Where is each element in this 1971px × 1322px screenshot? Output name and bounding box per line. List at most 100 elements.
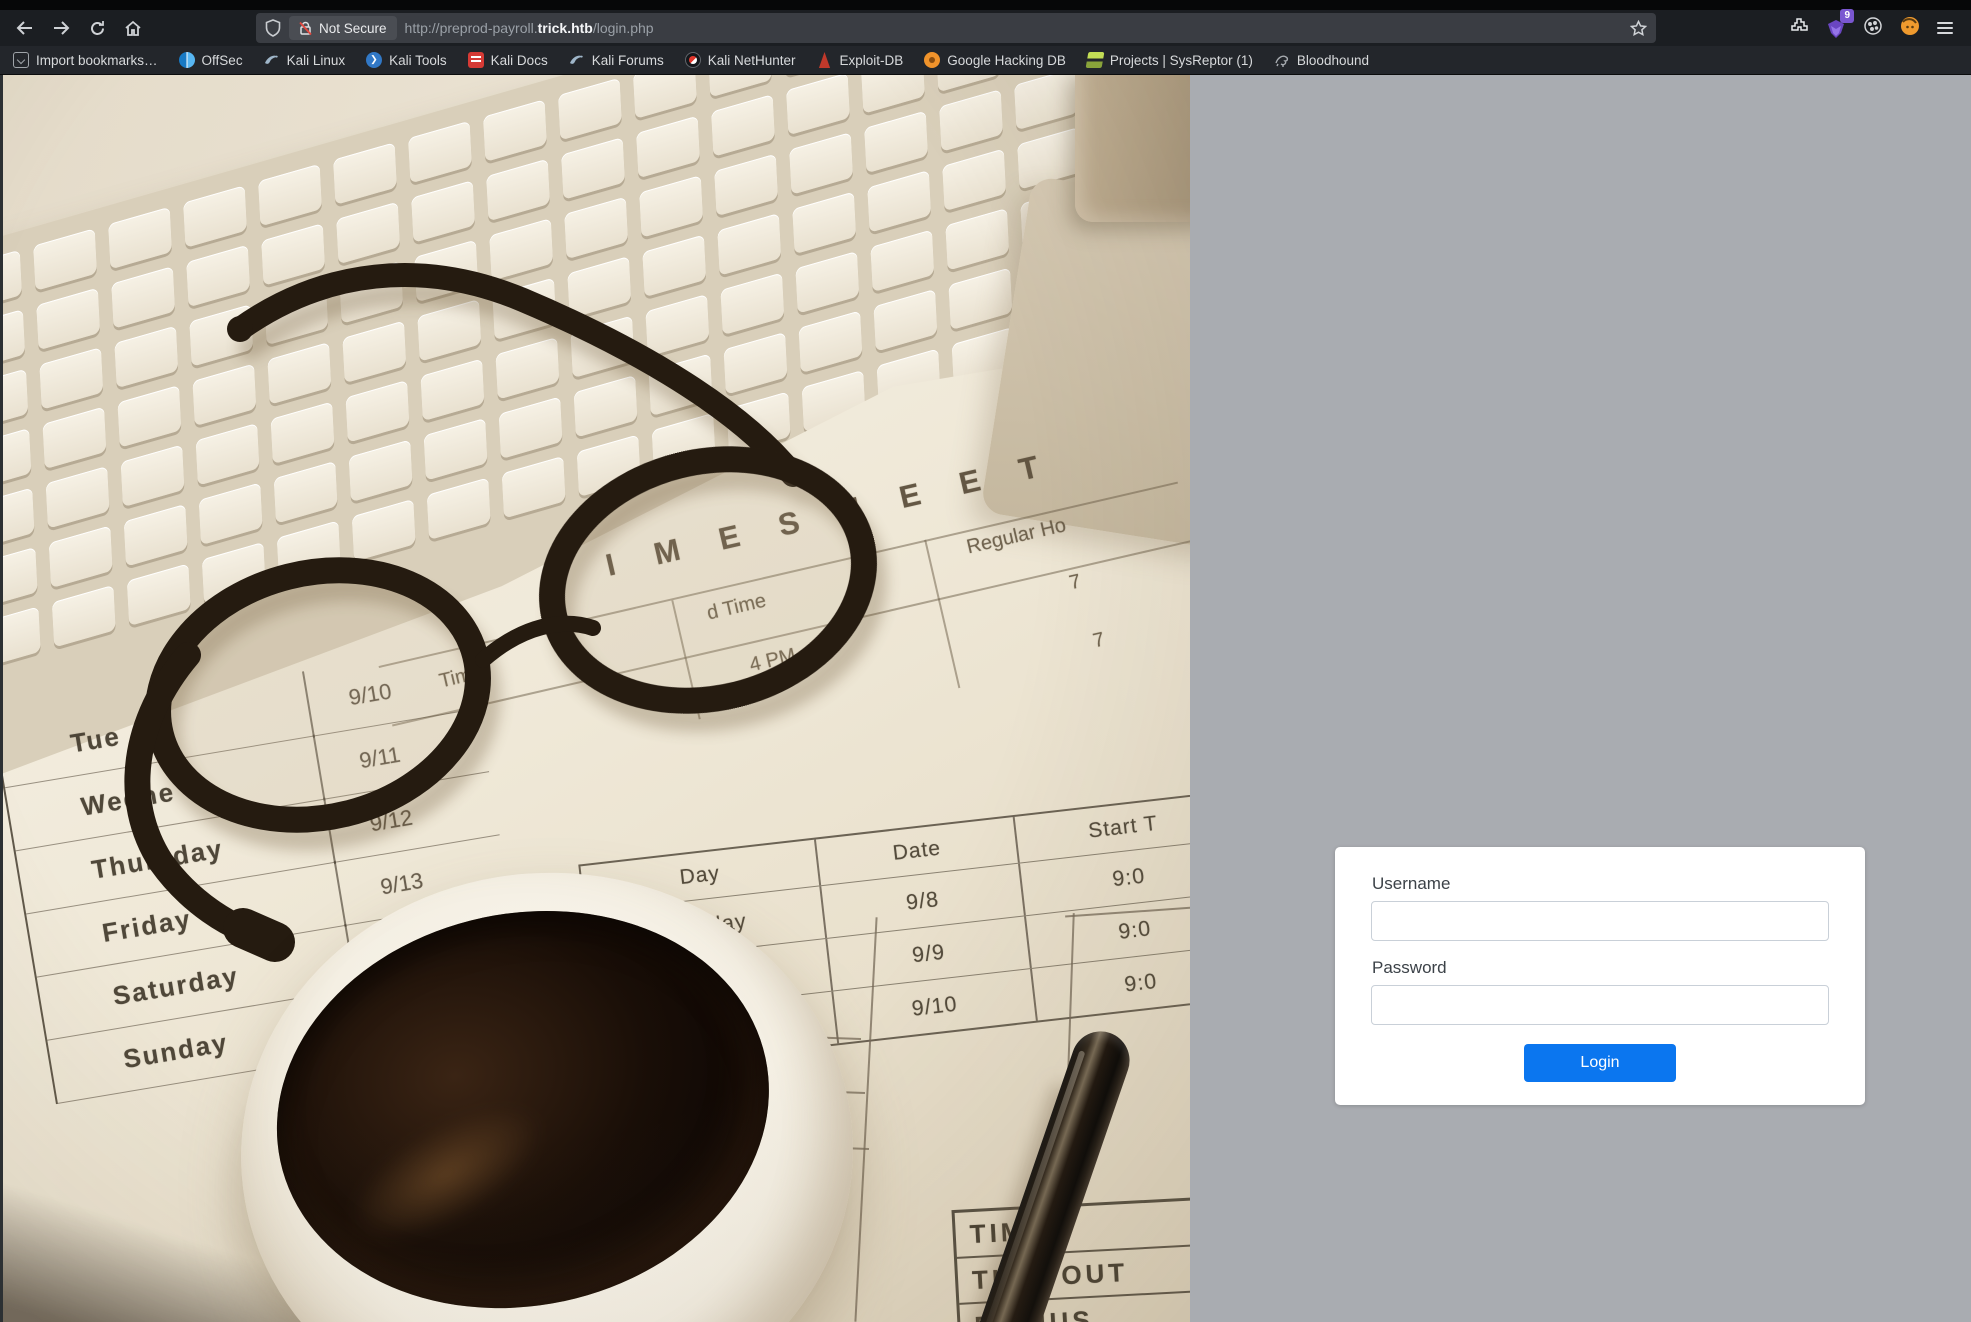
forward-arrow-icon: [52, 20, 70, 36]
keyboard-key: [0, 250, 22, 313]
keyboard-key: [0, 369, 28, 432]
toolbar-right-icons: 9: [1790, 16, 1961, 41]
keyboard-key: [183, 185, 247, 248]
keyboard-key: [486, 159, 550, 222]
keyboard-key: [483, 99, 547, 162]
cookie-icon[interactable]: [1863, 16, 1883, 41]
keyboard-key: [936, 75, 1000, 92]
bookmark-item[interactable]: Kali Docs: [468, 52, 548, 68]
bookmark-label: Kali Forums: [592, 53, 664, 68]
bookmark-item[interactable]: Kali Tools: [366, 52, 447, 68]
keyboard-key: [708, 75, 772, 97]
bloodhound-icon: [1274, 52, 1290, 68]
login-card: Username Password Login: [1335, 847, 1865, 1105]
bookmark-item[interactable]: Kali Linux: [264, 52, 346, 68]
bookmark-label: Projects | SysReptor (1): [1110, 53, 1253, 68]
bookmark-label: Exploit-DB: [840, 53, 904, 68]
url-path: /login.php: [593, 20, 654, 36]
keyboard-key: [636, 116, 700, 179]
sysreptor-icon: [1085, 52, 1104, 68]
bookmark-item[interactable]: OffSec: [179, 52, 243, 68]
reload-button[interactable]: [82, 14, 112, 42]
url-bar[interactable]: Not Secure http://preprod-payroll.trick.…: [256, 13, 1656, 43]
timesheet-col-regular: Regular Ho: [965, 514, 1069, 559]
keyboard-key: [411, 180, 475, 243]
home-button[interactable]: [118, 14, 148, 42]
password-label: Password: [1372, 958, 1829, 978]
keyboard-key: [36, 288, 100, 351]
back-button[interactable]: [10, 14, 40, 42]
extensions-puzzle-icon[interactable]: [1790, 16, 1809, 40]
kali-forums-icon: [569, 52, 585, 68]
bookmark-item[interactable]: Exploit-DB: [817, 52, 904, 68]
keyboard-key: [1014, 75, 1078, 130]
keyboard-key: [867, 170, 931, 233]
bookmark-item[interactable]: Kali Forums: [569, 52, 664, 68]
kali-tools-icon: [366, 52, 382, 68]
reload-icon: [89, 20, 106, 37]
bookmark-item[interactable]: Kali NetHunter: [685, 52, 796, 68]
menu-hamburger-icon[interactable]: [1937, 22, 1953, 34]
bookmark-item[interactable]: Google Hacking DB: [924, 52, 1066, 68]
username-input[interactable]: [1371, 901, 1829, 941]
photo-side-box: [1075, 75, 1190, 222]
bookmarks-bar: Import bookmarks… OffSec Kali Linux Kali To…: [0, 46, 1971, 75]
security-chip[interactable]: Not Secure: [289, 16, 397, 40]
bookmark-label: OffSec: [202, 53, 243, 68]
username-label: Username: [1372, 874, 1829, 894]
keyboard-key: [639, 175, 703, 238]
home-icon: [124, 20, 142, 37]
keyboard-key: [333, 142, 397, 205]
navigation-toolbar: Not Secure http://preprod-payroll.trick.…: [0, 10, 1971, 46]
timesheet-val-regular-2: 7: [1091, 628, 1107, 653]
keyboard-key: [786, 75, 850, 135]
url-prefix: http://preprod-payroll.: [405, 20, 538, 36]
keyboard-key: [258, 164, 322, 227]
keyboard-key: [0, 547, 38, 610]
offsec-icon: [179, 52, 195, 68]
coffee-cup-graphic: [222, 852, 872, 1322]
keyboard-key: [861, 75, 925, 114]
security-chip-label: Not Secure: [319, 21, 387, 36]
keyboard-key: [561, 137, 625, 200]
window-top-strip: [0, 0, 1971, 10]
bookmark-label: Kali NetHunter: [708, 53, 796, 68]
kali-icon: [264, 52, 280, 68]
login-button[interactable]: Login: [1524, 1044, 1676, 1082]
bookmark-label: Google Hacking DB: [947, 53, 1066, 68]
keyboard-key: [789, 132, 853, 195]
lock-slash-icon: [299, 21, 312, 36]
browser-window: Not Secure http://preprod-payroll.trick.…: [0, 0, 1971, 1322]
keyboard-key: [948, 267, 1012, 330]
tracking-shield-icon[interactable]: [265, 19, 281, 37]
login-background-photo: T I M E S H E E T Time d Time 4 PM Regul…: [0, 75, 1190, 1322]
bookmark-item[interactable]: Projects | SysReptor (1): [1087, 52, 1253, 68]
keyboard-key: [558, 78, 622, 141]
keyboard-key: [633, 75, 697, 119]
bookmark-star-icon[interactable]: [1630, 20, 1647, 37]
url-domain: trick.htb: [538, 20, 593, 36]
keyboard-key: [942, 149, 1006, 212]
keyboard-key: [714, 154, 778, 217]
bookmark-label: Kali Linux: [287, 53, 346, 68]
keyboard-key: [33, 228, 97, 291]
extension-badge: 9: [1840, 9, 1854, 23]
kali-docs-icon: [468, 52, 484, 68]
foxyproxy-icon[interactable]: 9: [1826, 18, 1846, 38]
password-input[interactable]: [1371, 985, 1829, 1025]
keyboard-key: [945, 208, 1009, 271]
timesheet-val-regular-1: 7: [1067, 570, 1083, 595]
bookmark-label: Bloodhound: [1297, 53, 1369, 68]
bookmark-label: Import bookmarks…: [36, 53, 158, 68]
forward-button[interactable]: [46, 14, 76, 42]
account-avatar-icon[interactable]: [1900, 16, 1920, 41]
bookmark-item[interactable]: Bloodhound: [1274, 52, 1369, 68]
import-icon: [13, 52, 29, 68]
bookmark-item[interactable]: Import bookmarks…: [13, 52, 158, 68]
bookmark-label: Kali Docs: [491, 53, 548, 68]
keyboard-key: [864, 111, 928, 174]
back-arrow-icon: [16, 20, 34, 36]
login-panel: Username Password Login: [1190, 75, 1971, 1322]
exploitdb-icon: [817, 52, 833, 68]
bookmark-label: Kali Tools: [389, 53, 447, 68]
